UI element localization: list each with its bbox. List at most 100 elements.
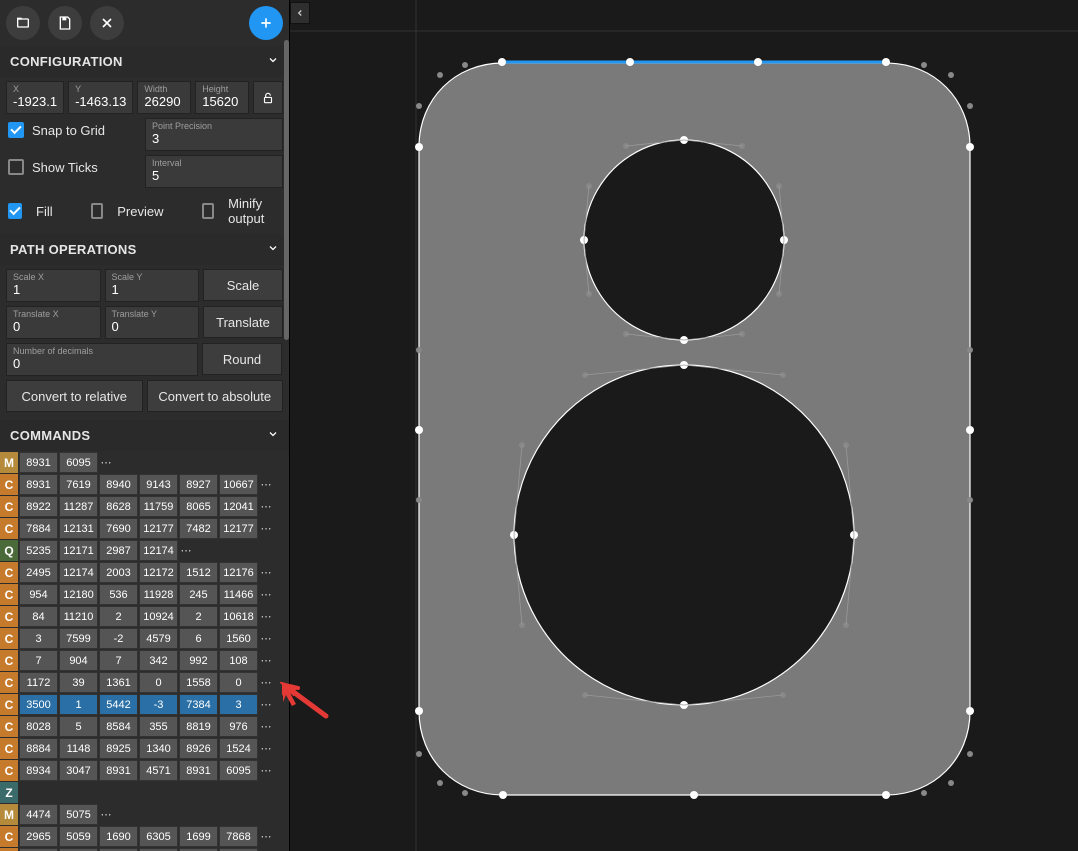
- command-value-cell[interactable]: 12171: [59, 540, 98, 561]
- command-value-cell[interactable]: 0: [139, 672, 178, 693]
- command-value-cell[interactable]: 5442: [99, 694, 138, 715]
- command-row[interactable]: M44745075⋯: [0, 804, 289, 825]
- command-value-cell[interactable]: 2003: [99, 562, 138, 583]
- command-menu-icon[interactable]: ⋯: [259, 672, 273, 693]
- command-value-cell[interactable]: 8931: [179, 760, 218, 781]
- command-value-cell[interactable]: 8940: [99, 474, 138, 495]
- command-value-cell[interactable]: 976: [219, 716, 258, 737]
- translate-button[interactable]: Translate: [203, 306, 283, 338]
- command-value-cell[interactable]: 3: [19, 628, 58, 649]
- command-value-cell[interactable]: 8925: [99, 738, 138, 759]
- command-value-cell[interactable]: 12177: [219, 518, 258, 539]
- command-value-cell[interactable]: 1690: [99, 826, 138, 847]
- command-value-cell[interactable]: 4579: [139, 628, 178, 649]
- command-value-cell[interactable]: 12180: [59, 584, 98, 605]
- command-type-badge[interactable]: C: [0, 584, 18, 605]
- command-value-cell[interactable]: 12174: [139, 540, 178, 561]
- command-value-cell[interactable]: 12131: [59, 518, 98, 539]
- command-menu-icon[interactable]: ⋯: [259, 716, 273, 737]
- command-value-cell[interactable]: 5075: [59, 804, 98, 825]
- command-value-cell[interactable]: 108: [219, 650, 258, 671]
- command-value-cell[interactable]: 2: [99, 606, 138, 627]
- command-row[interactable]: C296550591690630516997868⋯: [0, 826, 289, 847]
- command-menu-icon[interactable]: ⋯: [179, 540, 193, 561]
- command-row[interactable]: C8411210210924210618⋯: [0, 606, 289, 627]
- command-value-cell[interactable]: 4571: [139, 760, 178, 781]
- command-type-badge[interactable]: C: [0, 562, 18, 583]
- command-value-cell[interactable]: 1560: [219, 628, 258, 649]
- command-value-cell[interactable]: 1: [59, 694, 98, 715]
- command-value-cell[interactable]: 8584: [99, 716, 138, 737]
- width-field[interactable]: Width26290: [137, 81, 191, 114]
- command-value-cell[interactable]: 8628: [99, 496, 138, 517]
- command-value-cell[interactable]: 5: [59, 716, 98, 737]
- command-menu-icon[interactable]: ⋯: [99, 452, 113, 473]
- command-value-cell[interactable]: 245: [179, 584, 218, 605]
- command-value-cell[interactable]: -2: [99, 628, 138, 649]
- commands-header[interactable]: COMMANDS: [0, 420, 289, 451]
- command-value-cell[interactable]: 11759: [139, 496, 178, 517]
- command-value-cell[interactable]: 2: [179, 606, 218, 627]
- svg-path-shape[interactable]: [419, 63, 970, 795]
- close-button[interactable]: [90, 6, 124, 40]
- command-row[interactable]: Q523512171298712174⋯: [0, 540, 289, 561]
- command-value-cell[interactable]: 3047: [59, 760, 98, 781]
- command-value-cell[interactable]: 342: [139, 650, 178, 671]
- command-value-cell[interactable]: 8931: [19, 452, 58, 473]
- command-type-badge[interactable]: C: [0, 628, 18, 649]
- command-value-cell[interactable]: 1512: [179, 562, 218, 583]
- canvas-area[interactable]: [290, 0, 1078, 851]
- command-value-cell[interactable]: 6095: [59, 452, 98, 473]
- scale-x-field[interactable]: Scale X1: [6, 269, 101, 302]
- command-value-cell[interactable]: 8922: [19, 496, 58, 517]
- command-type-badge[interactable]: C: [0, 650, 18, 671]
- convert-absolute-button[interactable]: Convert to absolute: [147, 380, 284, 412]
- command-value-cell[interactable]: 8065: [179, 496, 218, 517]
- command-value-cell[interactable]: -3: [139, 694, 178, 715]
- command-value-cell[interactable]: 1172: [19, 672, 58, 693]
- round-button[interactable]: Round: [202, 343, 282, 375]
- command-value-cell[interactable]: 3: [219, 694, 258, 715]
- command-value-cell[interactable]: 8884: [19, 738, 58, 759]
- command-value-cell[interactable]: 10618: [219, 606, 258, 627]
- preview-checkbox[interactable]: [91, 203, 104, 219]
- command-value-cell[interactable]: 1558: [179, 672, 218, 693]
- lock-aspect-button[interactable]: [253, 81, 283, 114]
- command-value-cell[interactable]: 2965: [19, 826, 58, 847]
- command-value-cell[interactable]: 1340: [139, 738, 178, 759]
- command-row[interactable]: M89316095⋯: [0, 452, 289, 473]
- scale-button[interactable]: Scale: [203, 269, 283, 301]
- configuration-header[interactable]: CONFIGURATION: [0, 46, 289, 77]
- command-menu-icon[interactable]: ⋯: [259, 606, 273, 627]
- command-menu-icon[interactable]: ⋯: [259, 518, 273, 539]
- convert-relative-button[interactable]: Convert to relative: [6, 380, 143, 412]
- path-operations-header[interactable]: PATH OPERATIONS: [0, 234, 289, 265]
- command-row[interactable]: C37599-2457961560⋯: [0, 628, 289, 649]
- command-value-cell[interactable]: 7599: [59, 628, 98, 649]
- command-value-cell[interactable]: 39: [59, 672, 98, 693]
- command-value-cell[interactable]: 904: [59, 650, 98, 671]
- command-value-cell[interactable]: 12041: [219, 496, 258, 517]
- command-menu-icon[interactable]: ⋯: [99, 804, 113, 825]
- command-type-badge[interactable]: C: [0, 474, 18, 495]
- command-value-cell[interactable]: 0: [219, 672, 258, 693]
- command-value-cell[interactable]: 5235: [19, 540, 58, 561]
- command-type-badge[interactable]: Z: [0, 782, 18, 803]
- command-type-badge[interactable]: C: [0, 496, 18, 517]
- command-row[interactable]: C1172391361015580⋯: [0, 672, 289, 693]
- command-menu-icon[interactable]: ⋯: [259, 826, 273, 847]
- command-value-cell[interactable]: 7: [99, 650, 138, 671]
- minify-checkbox[interactable]: [202, 203, 215, 219]
- command-type-badge[interactable]: C: [0, 694, 18, 715]
- command-value-cell[interactable]: 7384: [179, 694, 218, 715]
- command-type-badge[interactable]: C: [0, 606, 18, 627]
- translate-x-field[interactable]: Translate X0: [6, 306, 101, 339]
- command-value-cell[interactable]: 7619: [59, 474, 98, 495]
- command-type-badge[interactable]: C: [0, 826, 18, 847]
- command-row[interactable]: C249512174200312172151212176⋯: [0, 562, 289, 583]
- command-value-cell[interactable]: 12177: [139, 518, 178, 539]
- command-value-cell[interactable]: 1699: [179, 826, 218, 847]
- command-row[interactable]: C954121805361192824511466⋯: [0, 584, 289, 605]
- command-value-cell[interactable]: 11466: [219, 584, 258, 605]
- command-menu-icon[interactable]: ⋯: [259, 474, 273, 495]
